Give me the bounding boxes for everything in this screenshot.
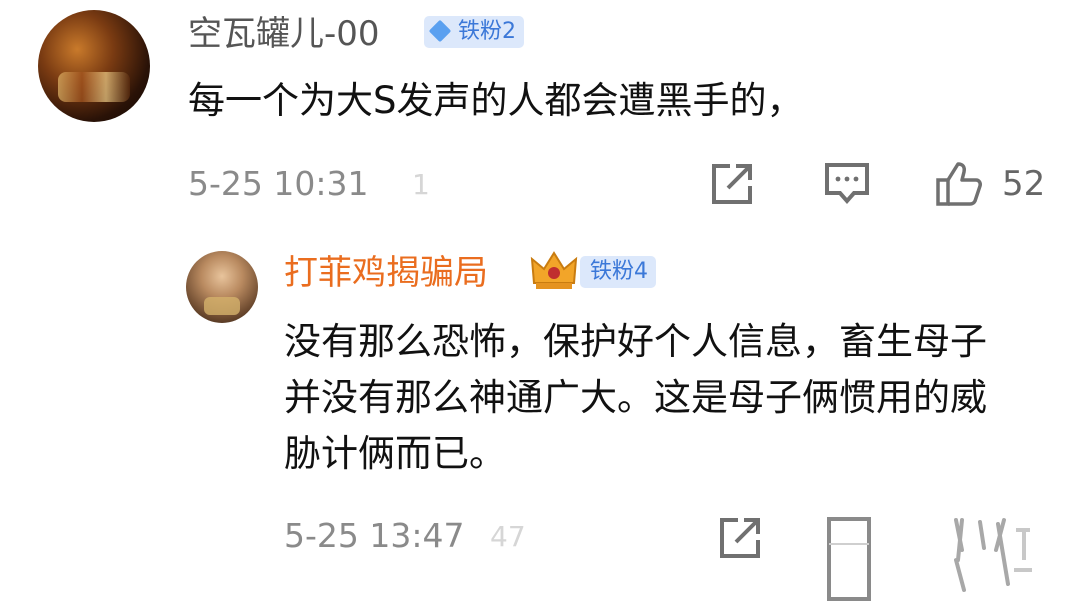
share-icon[interactable] <box>716 514 764 562</box>
faint-count: 1 <box>412 168 430 201</box>
fan-badge[interactable]: 铁粉4 <box>580 256 656 288</box>
comment-text: 没有那么恐怖，保护好个人信息，畜生母子并没有那么神通广大。这是母子俩惯用的威胁计… <box>284 320 987 475</box>
timestamp: 5-25 13:47 <box>284 516 465 555</box>
comment-text: 每一个为大S发声的人都会遭黑手的， <box>188 79 804 122</box>
like-icon[interactable] <box>934 158 984 208</box>
comment-icon[interactable] <box>826 514 872 602</box>
crown-icon <box>530 251 578 289</box>
avatar[interactable] <box>186 251 258 323</box>
comment-icon[interactable] <box>824 160 870 208</box>
share-icon[interactable] <box>708 160 756 208</box>
username[interactable]: 空瓦罐儿-00 <box>188 14 380 54</box>
fan-badge[interactable]: 铁粉2 <box>424 16 524 48</box>
faint-count: 47 <box>490 520 526 553</box>
avatar[interactable] <box>38 10 150 122</box>
badge-label: 铁粉4 <box>590 259 648 284</box>
diamond-icon <box>428 19 452 43</box>
timestamp: 5-25 10:31 <box>188 164 369 203</box>
badge-label: 铁粉2 <box>458 19 516 44</box>
username[interactable]: 打菲鸡揭骗局 <box>284 253 488 293</box>
like-count: 52 <box>1002 164 1046 204</box>
like-icon[interactable] <box>946 510 1056 602</box>
